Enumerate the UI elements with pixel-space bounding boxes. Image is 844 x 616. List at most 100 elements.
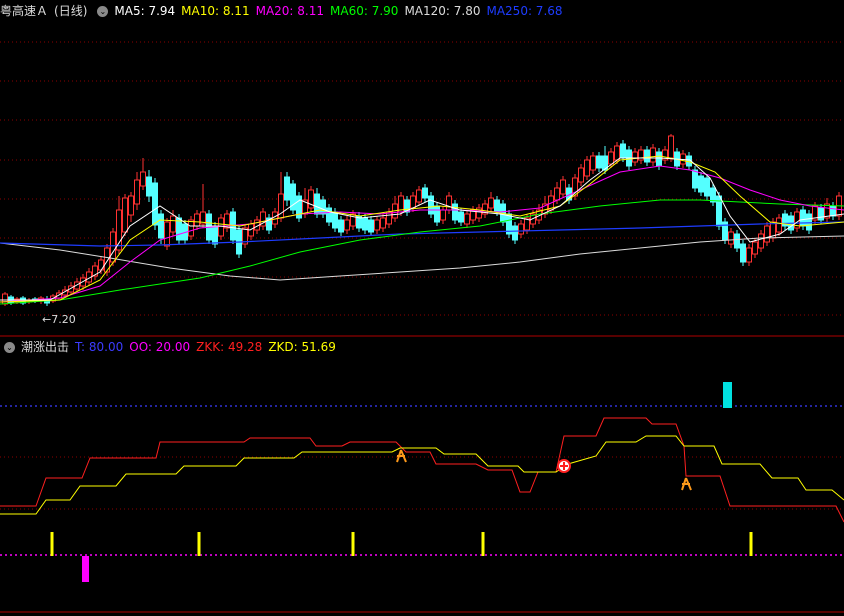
indicator-legend-item-1: OO: 20.00 (129, 340, 191, 354)
yellow-signal-bar-2 (351, 532, 355, 556)
candle-body-102 (614, 145, 620, 161)
candle-body-82 (494, 199, 500, 213)
candle-body-26 (158, 213, 164, 239)
ma-legend-item-2: MA20: 8.11 (255, 4, 325, 18)
chevron-down-icon[interactable]: ⌄ (4, 341, 15, 353)
ma-legend-item-0: MA5: 7.94 (114, 4, 176, 18)
stock-name[interactable]: 粤高速Ａ (0, 2, 48, 20)
candle-body-96 (578, 167, 584, 183)
candle-body-97 (584, 159, 590, 177)
candle-body-72 (434, 205, 440, 223)
candle-body-136 (818, 207, 824, 221)
yellow-signal-bar-3 (481, 532, 485, 556)
candle-body-23 (140, 171, 146, 187)
candle-body-69 (416, 189, 422, 203)
candle-body-24 (146, 176, 152, 197)
sell-signal-icon (681, 477, 692, 491)
candle-body-76 (458, 211, 464, 223)
ma-legend-item-3: MA60: 7.90 (330, 4, 399, 18)
zkk-line (0, 417, 844, 523)
candle-body-57 (344, 219, 350, 231)
sell-signal-icon (396, 449, 407, 463)
candle-body-0 (2, 293, 8, 305)
candle-body-101 (608, 151, 614, 165)
chevron-down-icon[interactable]: ⌄ (97, 5, 109, 17)
candle-body-60 (362, 217, 368, 231)
candle-body-25 (152, 182, 158, 226)
candle-body-22 (134, 179, 140, 205)
candle-body-32 (194, 213, 200, 227)
candle-body-54 (326, 207, 332, 223)
candle-body-47 (284, 176, 290, 201)
candle-body-125 (752, 241, 758, 255)
candle-body-103 (620, 143, 626, 159)
candle-body-61 (368, 219, 374, 233)
candle-body-122 (734, 233, 740, 249)
candle-body-138 (830, 205, 836, 217)
candle-body-68 (410, 195, 416, 209)
candle-body-118 (710, 187, 716, 203)
candle-body-99 (596, 155, 602, 169)
ma-legend: MA5: 7.94 MA10: 8.11 MA20: 8.11 MA60: 7.90 M… (114, 2, 568, 20)
candle-body-111 (668, 135, 674, 159)
zkd-line (0, 435, 844, 515)
candle-body-75 (452, 203, 458, 221)
candle-body-74 (446, 195, 452, 211)
ma-legend-item-1: MA10: 8.11 (181, 4, 250, 18)
candle-body-93 (560, 179, 566, 195)
indicator-legend-item-3: ZKD: 51.69 (268, 340, 336, 354)
candle-body-105 (632, 151, 638, 163)
ma-legend-item-4: MA120: 7.80 (404, 4, 481, 18)
indicator-legend: T: 80.00 OO: 20.00 ZKK: 49.28 ZKD: 51.69 (75, 338, 342, 356)
yellow-signal-bar-4 (749, 532, 753, 556)
candle-body-107 (644, 149, 650, 163)
indicator-legend-item-2: ZKK: 49.28 (196, 340, 263, 354)
ma120-line (0, 235, 844, 281)
main-panel-header: 粤高速Ａ (日线) ⌄ MA5: 7.94 MA10: 8.11 MA20: 8.1… (0, 2, 575, 20)
yellow-signal-bar-0 (50, 532, 54, 556)
candle-body-70 (422, 187, 428, 199)
candle-body-18 (110, 231, 116, 263)
ma-legend-item-5: MA250: 7.68 (486, 4, 563, 18)
candle-body-21 (128, 195, 134, 216)
candle-body-55 (332, 211, 338, 229)
yellow-signal-bar-1 (197, 532, 201, 556)
candle-body-116 (698, 175, 704, 193)
candle-body-81 (488, 197, 494, 209)
candle-body-28 (170, 215, 176, 233)
candle-body-71 (428, 195, 434, 215)
candle-body-27 (164, 221, 170, 247)
candle-body-134 (806, 213, 812, 231)
candle-body-109 (656, 151, 662, 167)
candle-body-73 (440, 209, 446, 221)
candle-body-115 (692, 169, 698, 189)
stock-chart[interactable] (0, 0, 844, 616)
candle-body-86 (518, 223, 524, 235)
candle-body-92 (554, 187, 560, 201)
candle-body-108 (650, 147, 656, 163)
candle-body-85 (512, 225, 518, 241)
candle-body-31 (188, 219, 194, 237)
low-price-marker: ←7.20 (42, 313, 76, 326)
candle-body-123 (740, 243, 746, 263)
indicator-legend-item-0: T: 80.00 (75, 340, 124, 354)
chart-period[interactable]: (日线) (54, 2, 87, 20)
indicator-name[interactable]: 潮涨出击 (21, 338, 69, 356)
candle-body-35 (212, 225, 218, 245)
candle-body-98 (590, 155, 596, 171)
candle-body-53 (320, 199, 326, 215)
candle-body-64 (386, 211, 392, 225)
candle-body-19 (116, 209, 122, 251)
magenta-signal-bar (82, 556, 89, 582)
low-price-label: 7.20 (51, 313, 76, 326)
candle-body-63 (380, 217, 386, 229)
candle-body-126 (758, 233, 764, 249)
candle-body-121 (728, 231, 734, 245)
candle-body-56 (338, 219, 344, 233)
candle-body-129 (776, 217, 782, 233)
candle-body-124 (746, 247, 752, 263)
cyan-signal-bar (723, 382, 732, 408)
candle-body-62 (374, 219, 380, 231)
candle-body-77 (464, 213, 470, 225)
indicator-panel-header: ⌄ 潮涨出击 T: 80.00 OO: 20.00 ZKK: 49.28 ZKD: 5… (0, 338, 348, 356)
